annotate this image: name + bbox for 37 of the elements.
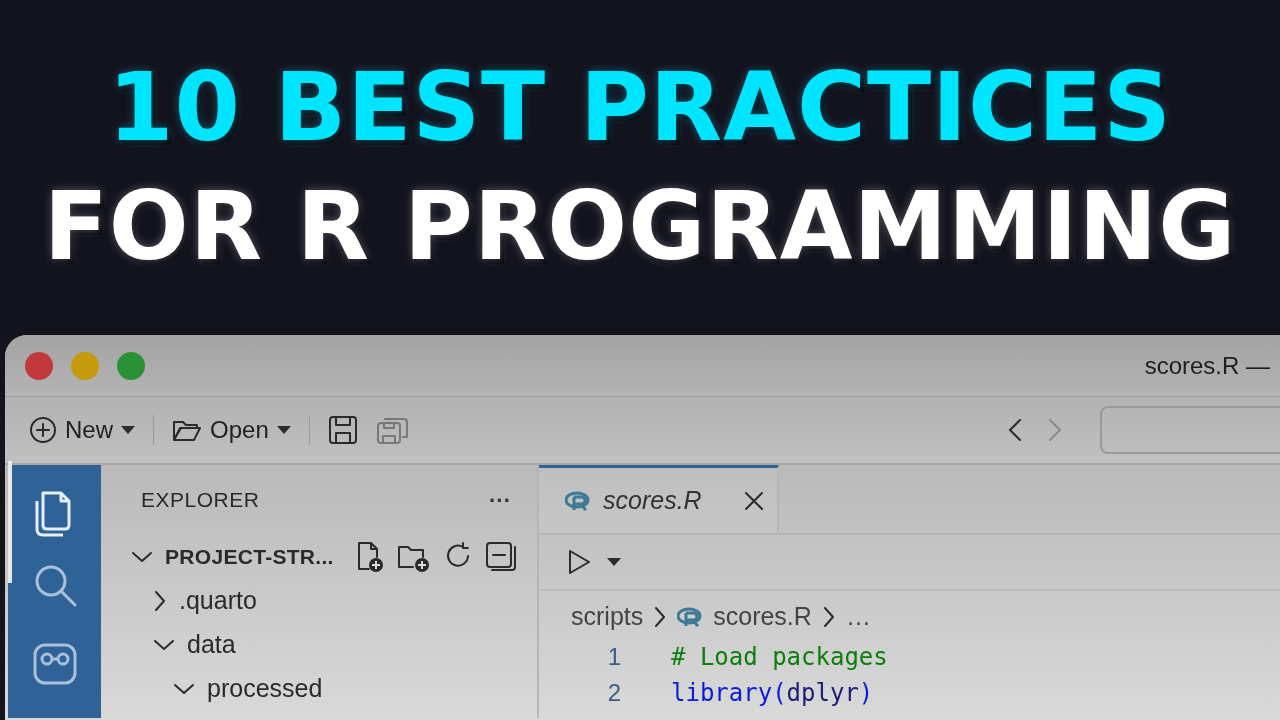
code-line: library(dplyr) [671,678,874,709]
button-label: Open [210,415,269,445]
r-logo-icon [677,607,704,627]
folder-icon [172,418,202,442]
line-number: 2 [606,678,621,708]
new-file-icon[interactable] [355,541,385,573]
tree-item[interactable]: .quarto [131,579,257,623]
tree-item[interactable]: data [131,623,236,667]
plus-circle-icon [29,416,57,444]
search-field[interactable] [1100,406,1280,454]
play-icon[interactable] [567,549,591,575]
more-actions-button[interactable]: ··· [483,483,517,517]
tree-item[interactable]: processed [131,667,323,711]
breadcrumb-item[interactable]: … [845,598,871,636]
open-button[interactable]: Open [166,408,297,452]
line-number: 1 [606,642,621,672]
chevron-right-icon [1048,418,1062,443]
breadcrumb-item[interactable]: scripts [571,598,644,636]
chevron-left-icon [1008,418,1022,443]
headline-text: 10 BEST PRACTICES [108,51,1172,164]
caret-icon[interactable] [607,558,621,566]
breadcrumb-item[interactable]: scores.R [713,598,812,636]
panel-title: EXPLORER [141,487,260,514]
breadcrumb-chevron-icon [821,606,836,628]
button-label: New [65,415,113,445]
breadcrumb-chevron-icon [653,606,668,628]
close-icon[interactable] [743,490,764,511]
stacked-floppy-disks-icon [375,415,410,445]
headline-text: FOR R PROGRAMMING [43,170,1237,283]
tab-label: scores.R [603,484,702,516]
code-line: # Load packages [671,642,888,673]
collapse-all-icon[interactable] [485,541,517,571]
new-button[interactable]: New [23,408,141,452]
tree-root[interactable]: PROJECT-STR... [131,535,334,579]
window-title: scores.R — [1144,350,1270,381]
r-logo-icon [565,490,591,511]
editor-tab[interactable]: scores.R [539,465,779,533]
